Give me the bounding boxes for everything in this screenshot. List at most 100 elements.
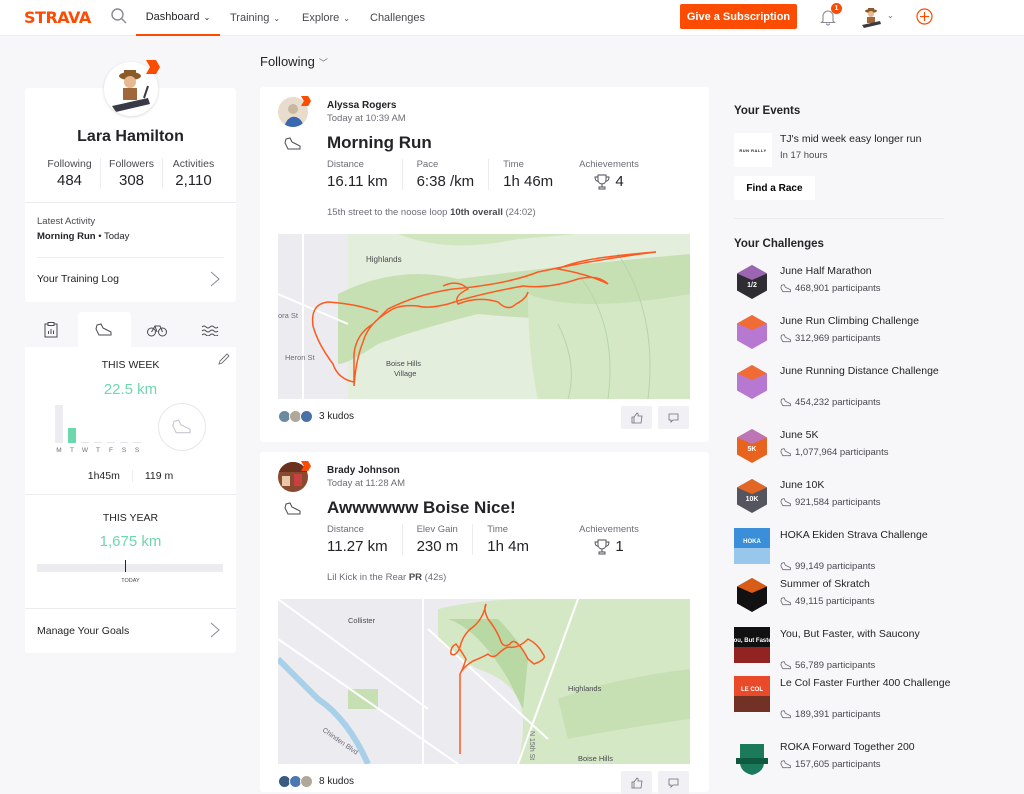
participants-count: 1,077,964 participants (795, 447, 889, 458)
nav-explore[interactable]: Explore ⌄ (302, 0, 350, 36)
give-kudos-button[interactable] (621, 406, 652, 429)
week-bar-5 (120, 442, 128, 443)
challenge-name[interactable]: Summer of Skratch (780, 577, 960, 591)
day-label: S (121, 447, 127, 454)
challenge-name[interactable]: June Run Climbing Challenge (780, 314, 960, 328)
chevron-down-icon: ﹀ (318, 58, 328, 68)
athlete-name[interactable]: Brady Johnson (327, 465, 400, 476)
metric-value: 6:38 /km (416, 173, 475, 190)
manage-goals-link[interactable]: Manage Your Goals (37, 625, 129, 637)
challenge-name[interactable]: ROKA Forward Together 200 (780, 740, 960, 754)
map-label: Boise Hills (386, 359, 421, 368)
challenge-participants: 312,969 participants (780, 333, 881, 344)
achievements[interactable]: Achievements 4 (574, 159, 644, 190)
subscriber-flag-icon (301, 96, 311, 106)
event-image[interactable]: RUN RALLY (734, 133, 772, 167)
activity-time[interactable]: Today at 11:28 AM (327, 478, 405, 489)
tab-ride[interactable] (131, 312, 184, 348)
find-a-race-button[interactable]: Find a Race (734, 176, 815, 200)
strava-logo[interactable]: STRAVA (24, 8, 91, 27)
stat-followers[interactable]: Followers 308 (100, 158, 162, 189)
profile-card: Lara Hamilton Following 484 Followers 308 … (25, 88, 236, 302)
chevron-right-icon[interactable] (210, 271, 220, 287)
training-log-link[interactable]: Your Training Log (37, 273, 119, 285)
today-marker (125, 560, 126, 572)
challenge-name[interactable]: June 5K (780, 428, 960, 442)
segment-highlight[interactable]: Lil Kick in the Rear PR (42s) (327, 572, 446, 583)
year-progress-bar (37, 564, 223, 572)
run-shoe-icon (780, 597, 791, 606)
activity-time[interactable]: Today at 10:39 AM (327, 113, 406, 124)
run-shoe-icon (780, 710, 791, 719)
chevron-down-icon[interactable]: ⌄ (887, 11, 894, 20)
activity-metrics: Distance 16.11 km Pace 6:38 /km Time 1h 46m (327, 159, 581, 190)
divider (25, 202, 236, 203)
run-shoe-icon (95, 323, 112, 336)
give-kudos-button[interactable] (621, 771, 652, 794)
chevron-down-icon: ⌄ (273, 13, 281, 23)
comment-button[interactable] (658, 771, 689, 794)
upload-plus-icon[interactable] (916, 8, 933, 25)
challenge-name[interactable]: Le Col Faster Further 400 Challenge (780, 676, 960, 690)
activity-title[interactable]: Awwwwww Boise Nice! (327, 498, 516, 518)
challenge-name[interactable]: You, But Faster, with Saucony (780, 627, 960, 641)
run-shoe-icon (780, 562, 791, 571)
nav-dashboard[interactable]: Dashboard ⌄ (136, 0, 220, 36)
segment-highlight[interactable]: 15th street to the noose loop 10th overa… (327, 207, 536, 218)
tab-run[interactable] (77, 312, 131, 348)
kudos-summary[interactable]: 3 kudos (278, 410, 354, 423)
challenge-name[interactable]: June Running Distance Challenge (780, 364, 960, 378)
activity-map[interactable]: Collister Highlands Boise Hills N 15th S… (278, 599, 690, 764)
challenge-badge-icon: 10K (737, 479, 767, 513)
participants-count: 312,969 participants (795, 333, 881, 344)
profile-stats: Following 484 Followers 308 Activities 2,11… (39, 158, 224, 189)
activity-map[interactable]: Highlands ora St Heron St Boise Hills Vi… (278, 234, 690, 399)
event-name[interactable]: TJ's mid week easy longer run (780, 133, 921, 145)
challenge-participants: 468,901 participants (780, 283, 881, 294)
athlete-name[interactable]: Alyssa Rogers (327, 100, 396, 111)
run-shoe-icon (780, 760, 791, 769)
tab-swim[interactable] (183, 312, 236, 348)
comment-button[interactable] (658, 406, 689, 429)
challenge-name[interactable]: June Half Marathon (780, 264, 960, 278)
top-nav-bar: STRAVA Dashboard ⌄ Training ⌄ Explore ⌄ Cha… (0, 0, 1024, 36)
search-icon[interactable] (110, 7, 128, 25)
challenge-badge-icon: HOKA (734, 528, 770, 564)
challenge-badge-icon: 5K (737, 429, 767, 463)
tab-stats[interactable] (25, 312, 78, 348)
challenge-name[interactable]: HOKA Ekiden Strava Challenge (780, 528, 960, 542)
achievements[interactable]: Achievements 1 (574, 524, 644, 555)
stat-label: Followers (109, 158, 154, 170)
challenge-participants: 99,149 participants (780, 561, 875, 572)
week-bar-0 (55, 405, 63, 443)
latest-activity[interactable]: Morning Run • Today (37, 231, 129, 242)
user-avatar[interactable] (860, 5, 882, 29)
chevron-right-icon[interactable] (210, 622, 220, 638)
chevron-down-icon: ⌄ (203, 12, 211, 22)
kudo-avatar (300, 410, 313, 423)
stat-label: Activities (172, 158, 215, 170)
metric-value: 230 m (416, 538, 459, 555)
challenge-name[interactable]: June 10K (780, 478, 960, 492)
year-distance: 1,675 km (99, 533, 162, 550)
run-shoe-icon (780, 398, 791, 407)
participants-count: 99,149 participants (795, 561, 876, 572)
metric-label: Pace (416, 159, 439, 170)
feed-filter-dropdown[interactable]: Following ﹀ (260, 54, 328, 69)
nav-training[interactable]: Training ⌄ (230, 0, 280, 36)
nav-challenges[interactable]: Challenges (370, 0, 425, 36)
challenge-participants: 49,115 participants (780, 596, 875, 607)
give-subscription-button[interactable]: Give a Subscription (680, 4, 797, 29)
activity-title[interactable]: Morning Run (327, 133, 432, 153)
nav-label: Dashboard (145, 11, 200, 23)
stat-following[interactable]: Following 484 (39, 158, 100, 189)
challenge-participants: 157,605 participants (780, 759, 881, 770)
day-label: T (70, 447, 74, 454)
run-shoe-icon (284, 137, 301, 150)
week-bar-2 (81, 442, 89, 443)
stat-activities[interactable]: Activities 2,110 (162, 158, 224, 189)
week-distance: 22.5 km (103, 381, 158, 398)
athlete-name[interactable]: Lara Hamilton (25, 128, 236, 146)
edit-pencil-icon[interactable] (218, 353, 230, 365)
achievement-count: 1 (615, 538, 624, 555)
